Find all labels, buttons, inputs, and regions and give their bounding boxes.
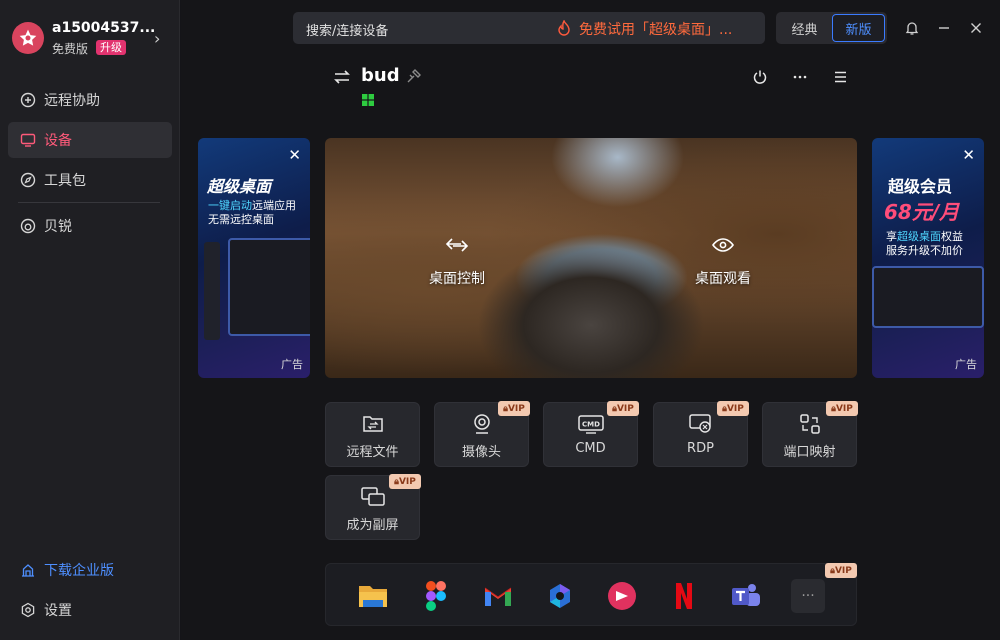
- tile-label: 远程文件: [346, 445, 399, 460]
- upgrade-badge[interactable]: 升级: [96, 40, 126, 55]
- port-mapping-icon: [763, 413, 856, 435]
- folder-icon: [326, 413, 419, 435]
- enterprise-label: 下载企业版: [44, 563, 114, 579]
- sidebar: a15004537... 免费版 升级 › 远程协助 设备 工具包 贝锐 下载企…: [0, 0, 180, 640]
- desktop-control-button[interactable]: 桌面控制: [407, 234, 507, 288]
- teams-icon[interactable]: [729, 579, 763, 613]
- minimize-icon[interactable]: [934, 18, 954, 38]
- sidebar-divider: [18, 202, 160, 203]
- eye-icon: [673, 234, 773, 256]
- tile-label: 端口映射: [783, 445, 836, 460]
- remote-control-icon: [407, 234, 507, 256]
- desktop-watch-label: 桌面观看: [695, 271, 751, 287]
- user-plan: 免费版: [52, 42, 89, 56]
- sidebar-item-toolkit[interactable]: 工具包: [8, 162, 172, 198]
- windows-icon: [361, 93, 375, 107]
- desktop-preview: 桌面控制 桌面观看: [325, 138, 857, 378]
- device-name: bud: [361, 65, 400, 86]
- list-icon[interactable]: [829, 66, 851, 88]
- remote-assist-icon: [20, 92, 36, 108]
- power-icon[interactable]: [749, 66, 771, 88]
- compass-icon: [20, 172, 36, 188]
- user-panel[interactable]: a15004537... 免费版 升级 ›: [12, 20, 172, 60]
- tile-label: RDP: [687, 441, 714, 456]
- ad-banner-super-member[interactable]: ✕ 超级会员 68元/月 享超级桌面权益 服务升级不加价 广告: [872, 138, 984, 378]
- enterprise-icon: [20, 562, 36, 578]
- desktop-control-label: 桌面控制: [429, 271, 485, 287]
- tile-label: 成为副屏: [346, 518, 399, 533]
- close-icon[interactable]: ✕: [288, 146, 301, 164]
- gmail-icon[interactable]: [481, 579, 515, 613]
- app-window: a15004537... 免费版 升级 › 远程协助 设备 工具包 贝锐 下载企…: [0, 0, 1000, 640]
- sidebar-item-label: 设备: [44, 133, 72, 149]
- mode-new-button[interactable]: 新版: [832, 14, 885, 42]
- main-area: 搜索/连接设备 免费试用「超级桌面」... 经典 新版 bud ✕ 超级桌面 一…: [181, 0, 1000, 640]
- dual-screen-icon: [326, 486, 419, 508]
- sidebar-item-label: 工具包: [44, 173, 86, 189]
- banner-dock-illustration: [204, 242, 220, 340]
- mode-classic-button[interactable]: 经典: [778, 14, 831, 42]
- video-app-icon[interactable]: [605, 579, 639, 613]
- banner-title: 超级桌面: [207, 177, 272, 196]
- banner-title: 超级会员: [888, 177, 953, 196]
- tile-rdp[interactable]: 🔒︎ VIP RDP: [653, 401, 749, 467]
- tile-cmd[interactable]: 🔒︎ VIP CMD CMD: [543, 401, 639, 467]
- banner-price: 68元/月: [884, 200, 960, 224]
- ad-banner-super-desktop[interactable]: ✕ 超级桌面 一键启动远端应用 无需远控桌面 广告: [198, 138, 310, 378]
- sidebar-item-oray[interactable]: 贝锐: [8, 208, 172, 244]
- ad-label: 广告: [955, 358, 977, 371]
- close-icon[interactable]: [966, 18, 986, 38]
- close-icon[interactable]: ✕: [962, 146, 975, 164]
- mode-switch: 经典 新版: [776, 12, 887, 44]
- device-icon: [20, 132, 36, 148]
- sidebar-item-device[interactable]: 设备: [8, 122, 172, 158]
- sidebar-item-label: 贝锐: [44, 219, 72, 235]
- tile-remote-files[interactable]: 远程文件: [325, 402, 420, 467]
- cmd-icon: CMD: [544, 413, 637, 435]
- desktop-watch-button[interactable]: 桌面观看: [673, 234, 773, 288]
- rdp-icon: [654, 413, 747, 435]
- more-options-icon[interactable]: [789, 66, 811, 88]
- sidebar-item-label: 远程协助: [44, 93, 100, 109]
- flame-icon: [558, 20, 570, 36]
- avatar[interactable]: [12, 22, 44, 54]
- sidebar-item-remote-assist[interactable]: 远程协助: [8, 82, 172, 118]
- sidebar-item-settings[interactable]: 设置: [8, 592, 172, 628]
- bell-icon[interactable]: [902, 18, 922, 38]
- download-enterprise-link[interactable]: 下载企业版: [8, 552, 172, 588]
- tool-icon: [403, 65, 425, 87]
- device-header: bud: [331, 62, 861, 112]
- file-explorer-icon[interactable]: [356, 579, 390, 613]
- banner-desktop-illustration: [872, 266, 984, 328]
- banner-subtitle: 享超级桌面权益 服务升级不加价: [886, 230, 963, 257]
- svg-text:CMD: CMD: [582, 421, 600, 429]
- vip-badge: 🔒︎ VIP: [825, 563, 857, 578]
- swap-icon[interactable]: [331, 66, 353, 88]
- camera-icon: [435, 413, 528, 435]
- figma-icon[interactable]: [419, 579, 453, 613]
- more-apps-button[interactable]: ···: [791, 579, 825, 613]
- oray-icon: [20, 218, 36, 234]
- copilot-icon[interactable]: [543, 579, 577, 613]
- sidebar-item-label: 设置: [44, 603, 72, 619]
- banner-desktop-illustration: [228, 238, 310, 336]
- tile-label: CMD: [575, 441, 606, 456]
- tile-label: 摄像头: [461, 445, 501, 460]
- tile-camera[interactable]: 🔒︎ VIP 摄像头: [434, 401, 530, 467]
- chevron-right-icon[interactable]: ›: [154, 29, 160, 48]
- ad-label: 广告: [281, 358, 303, 371]
- user-name: a15004537...: [52, 20, 156, 36]
- netflix-icon[interactable]: [667, 579, 701, 613]
- app-launcher-strip: 🔒︎ VIP ···: [325, 563, 857, 626]
- tile-port-mapping[interactable]: 🔒︎ VIP 端口映射: [762, 401, 858, 467]
- gear-icon: [20, 602, 36, 618]
- banner-subtitle: 一键启动远端应用 无需远控桌面: [208, 199, 296, 226]
- tile-secondary-screen[interactable]: 🔒︎ VIP 成为副屏: [325, 474, 421, 540]
- promo-link[interactable]: 免费试用「超级桌面」...: [579, 19, 732, 39]
- search-input[interactable]: 搜索/连接设备 免费试用「超级桌面」...: [293, 12, 765, 44]
- search-placeholder: 搜索/连接设备: [306, 24, 389, 39]
